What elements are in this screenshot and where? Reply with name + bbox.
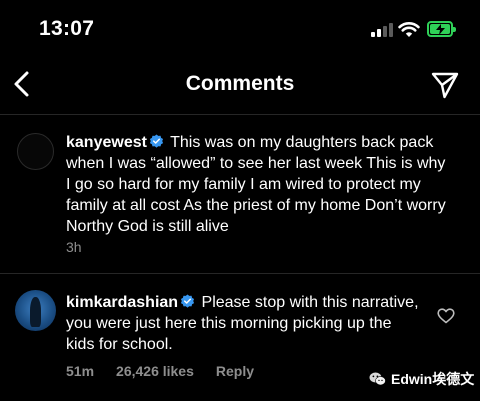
- comment-time: 51m: [66, 363, 95, 379]
- comment-username[interactable]: kimkardashian: [66, 294, 178, 311]
- reply-button[interactable]: Reply: [216, 363, 254, 379]
- wifi-icon: [398, 22, 420, 37]
- verified-badge-icon: [181, 294, 195, 308]
- paper-plane-icon[interactable]: [430, 70, 460, 100]
- comment-divider: [0, 273, 480, 274]
- avatar[interactable]: [15, 290, 56, 331]
- comment-body: kanyewest This was on my daughters back …: [66, 132, 451, 237]
- battery-icon: [427, 21, 456, 37]
- avatar[interactable]: [17, 133, 54, 170]
- header-divider: [0, 114, 480, 115]
- wechat-icon: [369, 372, 386, 386]
- watermark: Edwin埃德文: [369, 369, 474, 389]
- comment-body: kimkardashian Please stop with this narr…: [66, 292, 422, 355]
- charging-bolt-icon: [436, 24, 445, 35]
- heart-icon[interactable]: [437, 308, 455, 324]
- page-title: Comments: [185, 72, 295, 95]
- verified-badge-icon: [149, 134, 163, 148]
- cellular-signal-icon: [371, 23, 393, 37]
- comment-time: 3h: [66, 239, 82, 255]
- status-time: 13:07: [39, 17, 95, 40]
- watermark-text: Edwin埃德文: [391, 371, 475, 387]
- comment-meta: 51m 26,426 likes Reply: [66, 363, 254, 379]
- like-count[interactable]: 26,426 likes: [116, 363, 194, 379]
- comment-username[interactable]: kanyewest: [66, 134, 147, 151]
